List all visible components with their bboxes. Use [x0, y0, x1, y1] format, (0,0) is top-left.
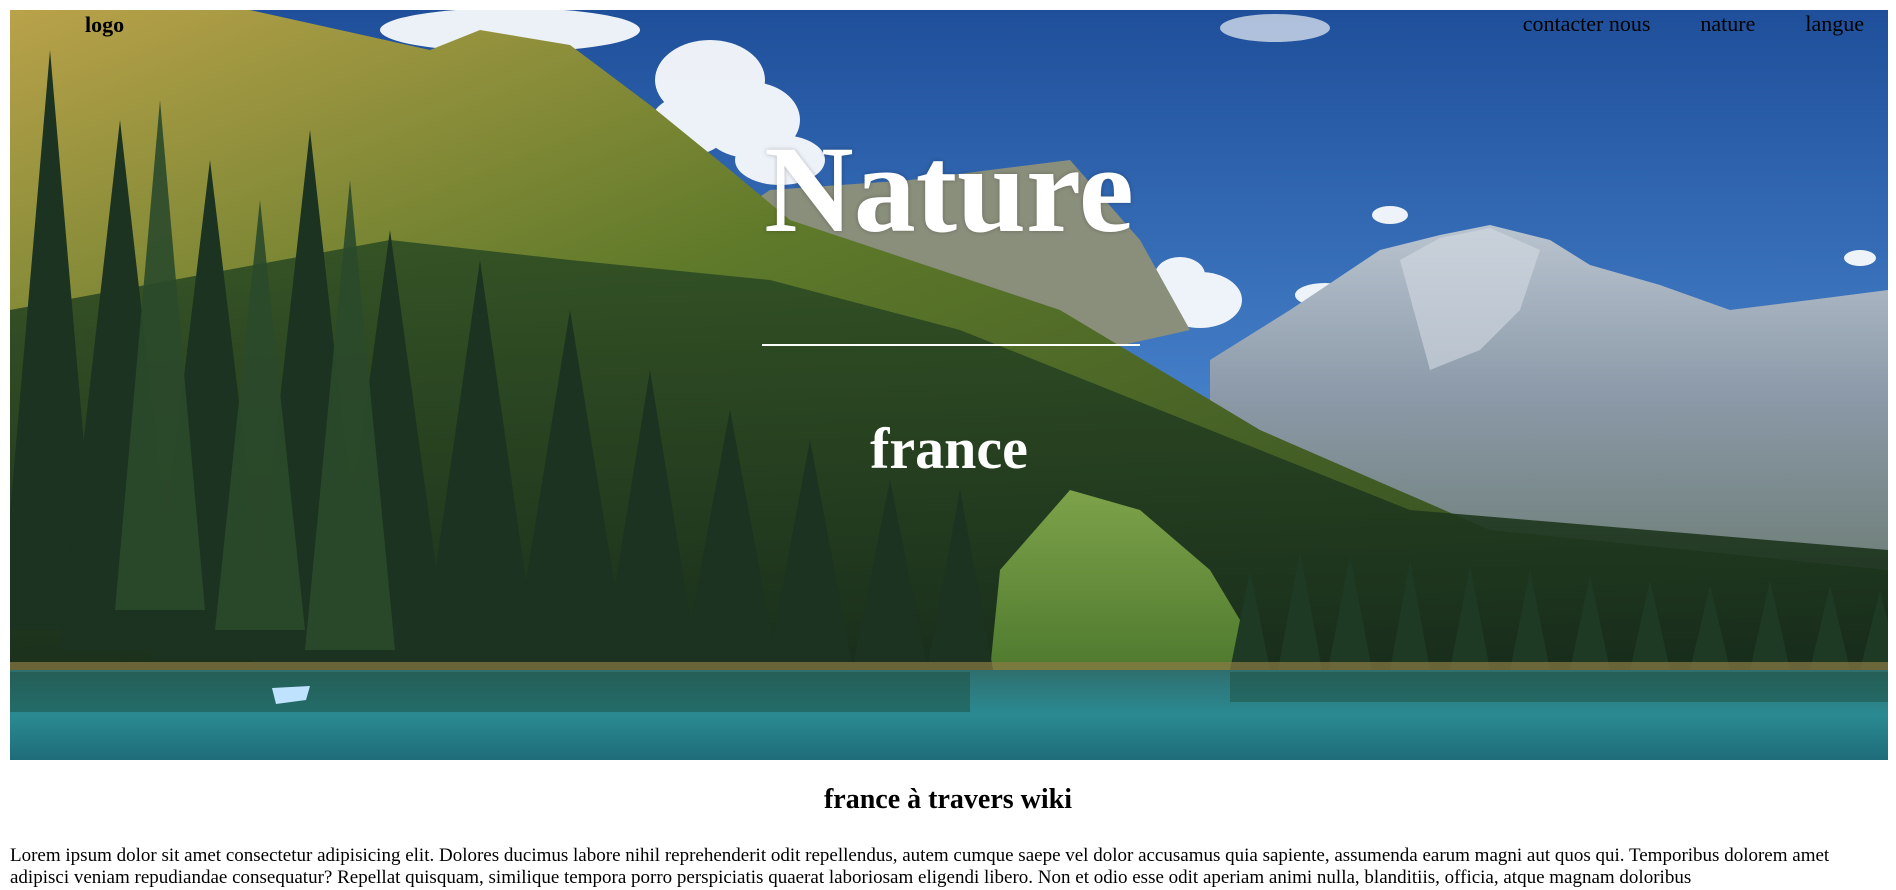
logo[interactable]: logo	[85, 12, 124, 38]
hero-divider	[762, 344, 1140, 346]
hero-subtitle: france	[870, 416, 1028, 481]
nav-link-contact[interactable]: contacter nous	[1523, 11, 1651, 37]
nav-link-nature[interactable]: nature	[1700, 11, 1755, 37]
nav-link-language[interactable]: langue	[1805, 11, 1864, 37]
page: logo contacter nous nature langue Nature…	[0, 0, 1896, 890]
hero-title: Nature	[764, 121, 1134, 258]
hero-banner: logo contacter nous nature langue Nature…	[10, 10, 1888, 760]
top-navigation: contacter nous nature langue	[1523, 11, 1864, 37]
body-paragraph: Lorem ipsum dolor sit amet consectetur a…	[10, 845, 1830, 888]
section-heading: france à travers wiki	[823, 784, 1073, 815]
